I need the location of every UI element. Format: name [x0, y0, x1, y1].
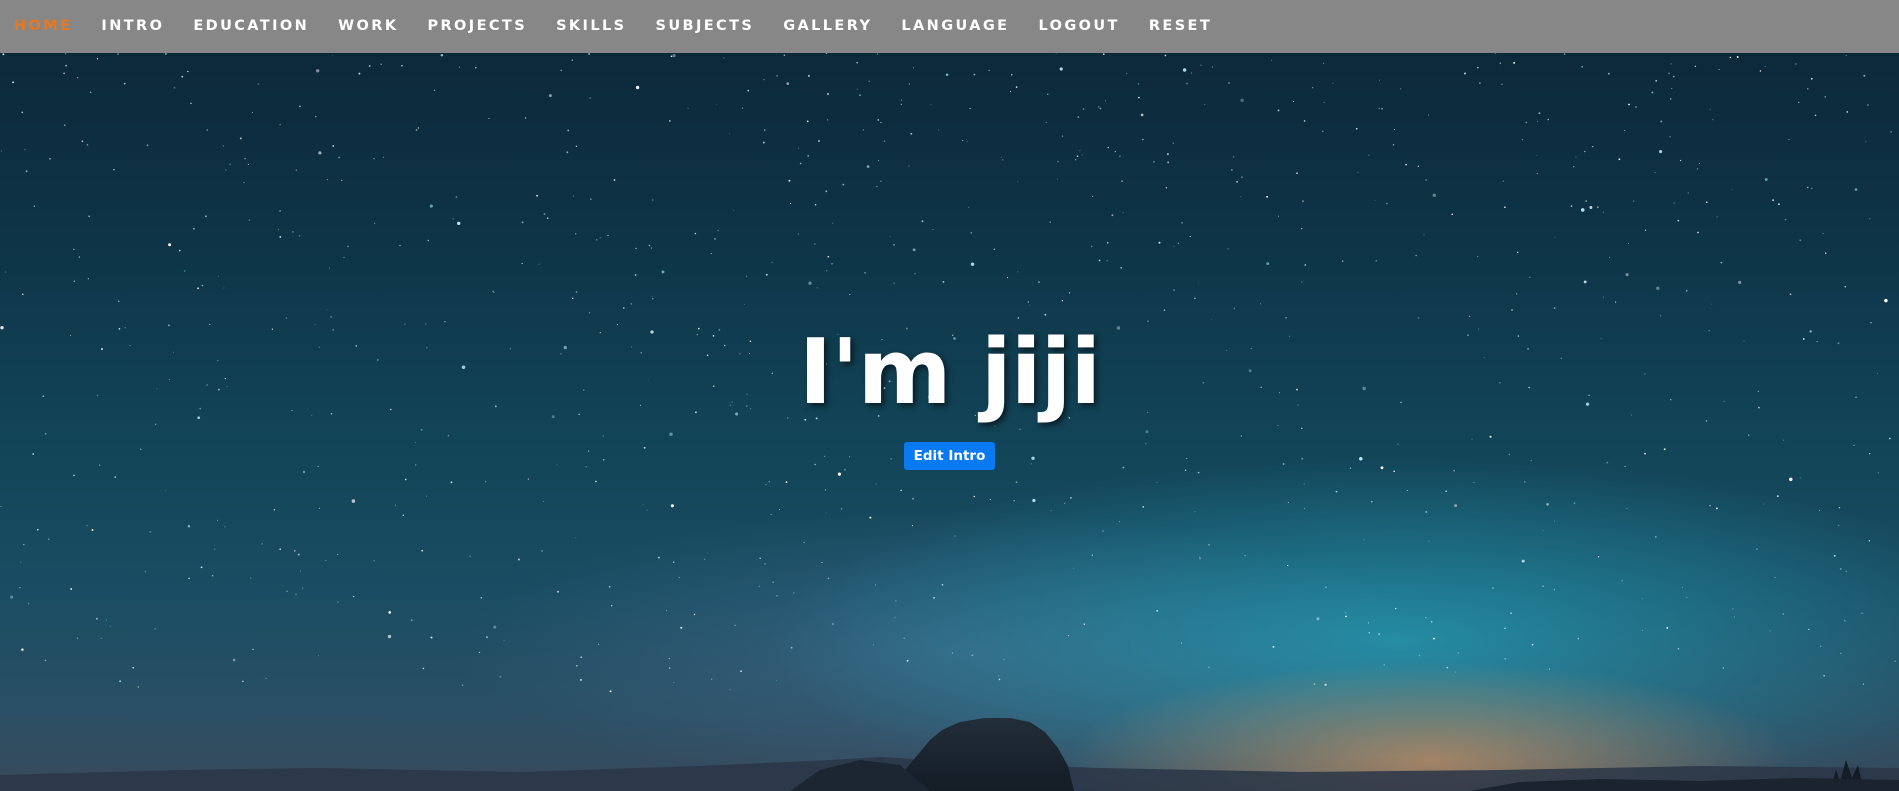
- intro-banner: I'm jiji Edit Intro: [0, 318, 1899, 470]
- nav-item-home[interactable]: HOME: [14, 18, 72, 34]
- top-navbar: HOME INTRO EDUCATION WORK PROJECTS SKILL…: [0, 0, 1899, 53]
- nav-item-language[interactable]: LANGUAGE: [901, 18, 1009, 34]
- edit-intro-button[interactable]: Edit Intro: [903, 442, 996, 470]
- nav-item-logout[interactable]: LOGOUT: [1038, 18, 1119, 34]
- nav-list: HOME INTRO EDUCATION WORK PROJECTS SKILL…: [0, 0, 1899, 52]
- nav-item-skills[interactable]: SKILLS: [556, 18, 626, 34]
- banner-headline: I'm jiji: [798, 320, 1102, 425]
- nav-item-reset[interactable]: RESET: [1149, 18, 1212, 34]
- nav-item-intro[interactable]: INTRO: [101, 18, 164, 34]
- nav-item-projects[interactable]: PROJECTS: [427, 18, 527, 34]
- nav-item-subjects[interactable]: SUBJECTS: [655, 18, 754, 34]
- nav-item-gallery[interactable]: GALLERY: [783, 18, 872, 34]
- nav-item-work[interactable]: WORK: [338, 18, 398, 34]
- nav-item-education[interactable]: EDUCATION: [193, 18, 309, 34]
